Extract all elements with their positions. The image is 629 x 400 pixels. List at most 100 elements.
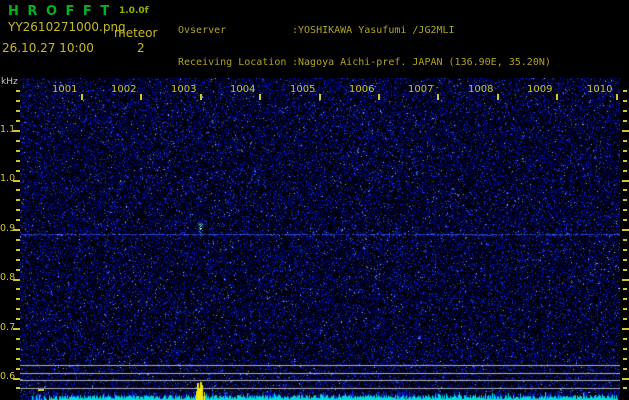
freq-tick (623, 120, 627, 122)
freq-tick (16, 387, 20, 389)
freq-tick (623, 249, 627, 251)
level-marker-tick (38, 389, 44, 391)
freq-tick (16, 318, 20, 320)
info-row-observer: Ovserver :YOSHIKAWA Yasufumi /JG2MLI (178, 25, 575, 37)
spectrogram-canvas (20, 78, 620, 400)
time-label: 1009 (527, 84, 553, 95)
time-tick (497, 94, 499, 100)
freq-label: 0.7 (0, 322, 16, 333)
freq-label: 1.1 (0, 124, 16, 135)
time-label: 1004 (230, 84, 256, 95)
freq-label: 1.0 (0, 173, 16, 184)
freq-tick (16, 160, 20, 162)
freq-tick (623, 298, 627, 300)
freq-tick (623, 387, 627, 389)
time-tick (378, 94, 380, 100)
freq-tick (13, 328, 20, 330)
freq-tick (16, 150, 20, 152)
freq-tick (16, 368, 20, 370)
freq-tick (13, 279, 20, 281)
freq-tick (623, 368, 627, 370)
freq-tick (16, 170, 20, 172)
freq-tick (16, 100, 20, 102)
datetime-label: 26.10.27 10:00 (2, 41, 94, 55)
freq-tick (623, 288, 627, 290)
freq-tick (622, 378, 629, 380)
info-row-location: Receiving Location :Nagoya Aichi-pref. JA… (178, 56, 575, 69)
freq-label: 0.9 (0, 223, 16, 234)
freq-tick (622, 279, 629, 281)
time-label: 1002 (111, 84, 137, 95)
time-tick (200, 94, 202, 100)
freq-tick (623, 140, 627, 142)
freq-tick (622, 328, 629, 330)
freq-tick (622, 130, 629, 132)
time-tick (556, 94, 558, 100)
freq-tick (623, 170, 627, 172)
freq-tick (623, 100, 627, 102)
freq-tick (623, 269, 627, 271)
info-value: :YOSHIKAWA Yasufumi /JG2MLI (292, 25, 455, 36)
freq-tick (13, 130, 20, 132)
freq-tick (16, 249, 20, 251)
freq-tick (16, 259, 20, 261)
time-tick (319, 94, 321, 100)
freq-tick (16, 140, 20, 142)
freq-tick (16, 269, 20, 271)
app-title: H R O F F T (8, 4, 112, 19)
freq-tick (16, 239, 20, 241)
time-tick (437, 94, 439, 100)
freq-tick (13, 229, 20, 231)
freq-tick (16, 358, 20, 360)
info-label: Receiving Location (178, 56, 287, 68)
time-tick (616, 94, 618, 100)
freq-tick (623, 219, 627, 221)
freq-tick (623, 308, 627, 310)
time-label: 1006 (349, 84, 375, 95)
freq-tick (16, 308, 20, 310)
freq-tick (623, 358, 627, 360)
freq-tick (16, 348, 20, 350)
y-axis-unit-label: kHz (1, 77, 18, 87)
freq-tick (623, 209, 627, 211)
freq-tick (16, 189, 20, 191)
freq-tick (16, 219, 20, 221)
freq-tick (623, 318, 627, 320)
time-label: 1005 (290, 84, 316, 95)
freq-tick (13, 180, 20, 182)
freq-tick (16, 120, 20, 122)
freq-tick (16, 199, 20, 201)
time-label: 1001 (52, 84, 78, 95)
freq-label: 0.8 (0, 272, 16, 283)
output-filename: YY2610271000.png (8, 20, 126, 34)
freq-tick (623, 239, 627, 241)
freq-tick (16, 90, 20, 92)
freq-tick (623, 348, 627, 350)
freq-tick (623, 199, 627, 201)
freq-tick (623, 189, 627, 191)
freq-tick (16, 209, 20, 211)
freq-tick (16, 110, 20, 112)
mode-label: meteor (114, 26, 158, 40)
freq-tick (16, 298, 20, 300)
freq-tick (16, 288, 20, 290)
time-tick (81, 94, 83, 100)
freq-tick (623, 160, 627, 162)
freq-tick (623, 150, 627, 152)
time-tick (259, 94, 261, 100)
freq-tick (623, 110, 627, 112)
info-label: Ovserver (178, 25, 227, 36)
version-label: 1.0.0f (119, 6, 149, 16)
freq-tick (16, 338, 20, 340)
time-label: 1003 (171, 84, 197, 95)
time-label: 1007 (408, 84, 434, 95)
freq-tick (623, 259, 627, 261)
freq-tick (622, 229, 629, 231)
time-label: 1008 (468, 84, 494, 95)
freq-tick (623, 90, 627, 92)
info-value: :Nagoya Aichi-pref. JAPAN (136.90E, 35.2… (292, 56, 551, 68)
freq-tick (622, 180, 629, 182)
meteor-count: 2 (137, 41, 145, 55)
time-tick (140, 94, 142, 100)
freq-tick (623, 338, 627, 340)
